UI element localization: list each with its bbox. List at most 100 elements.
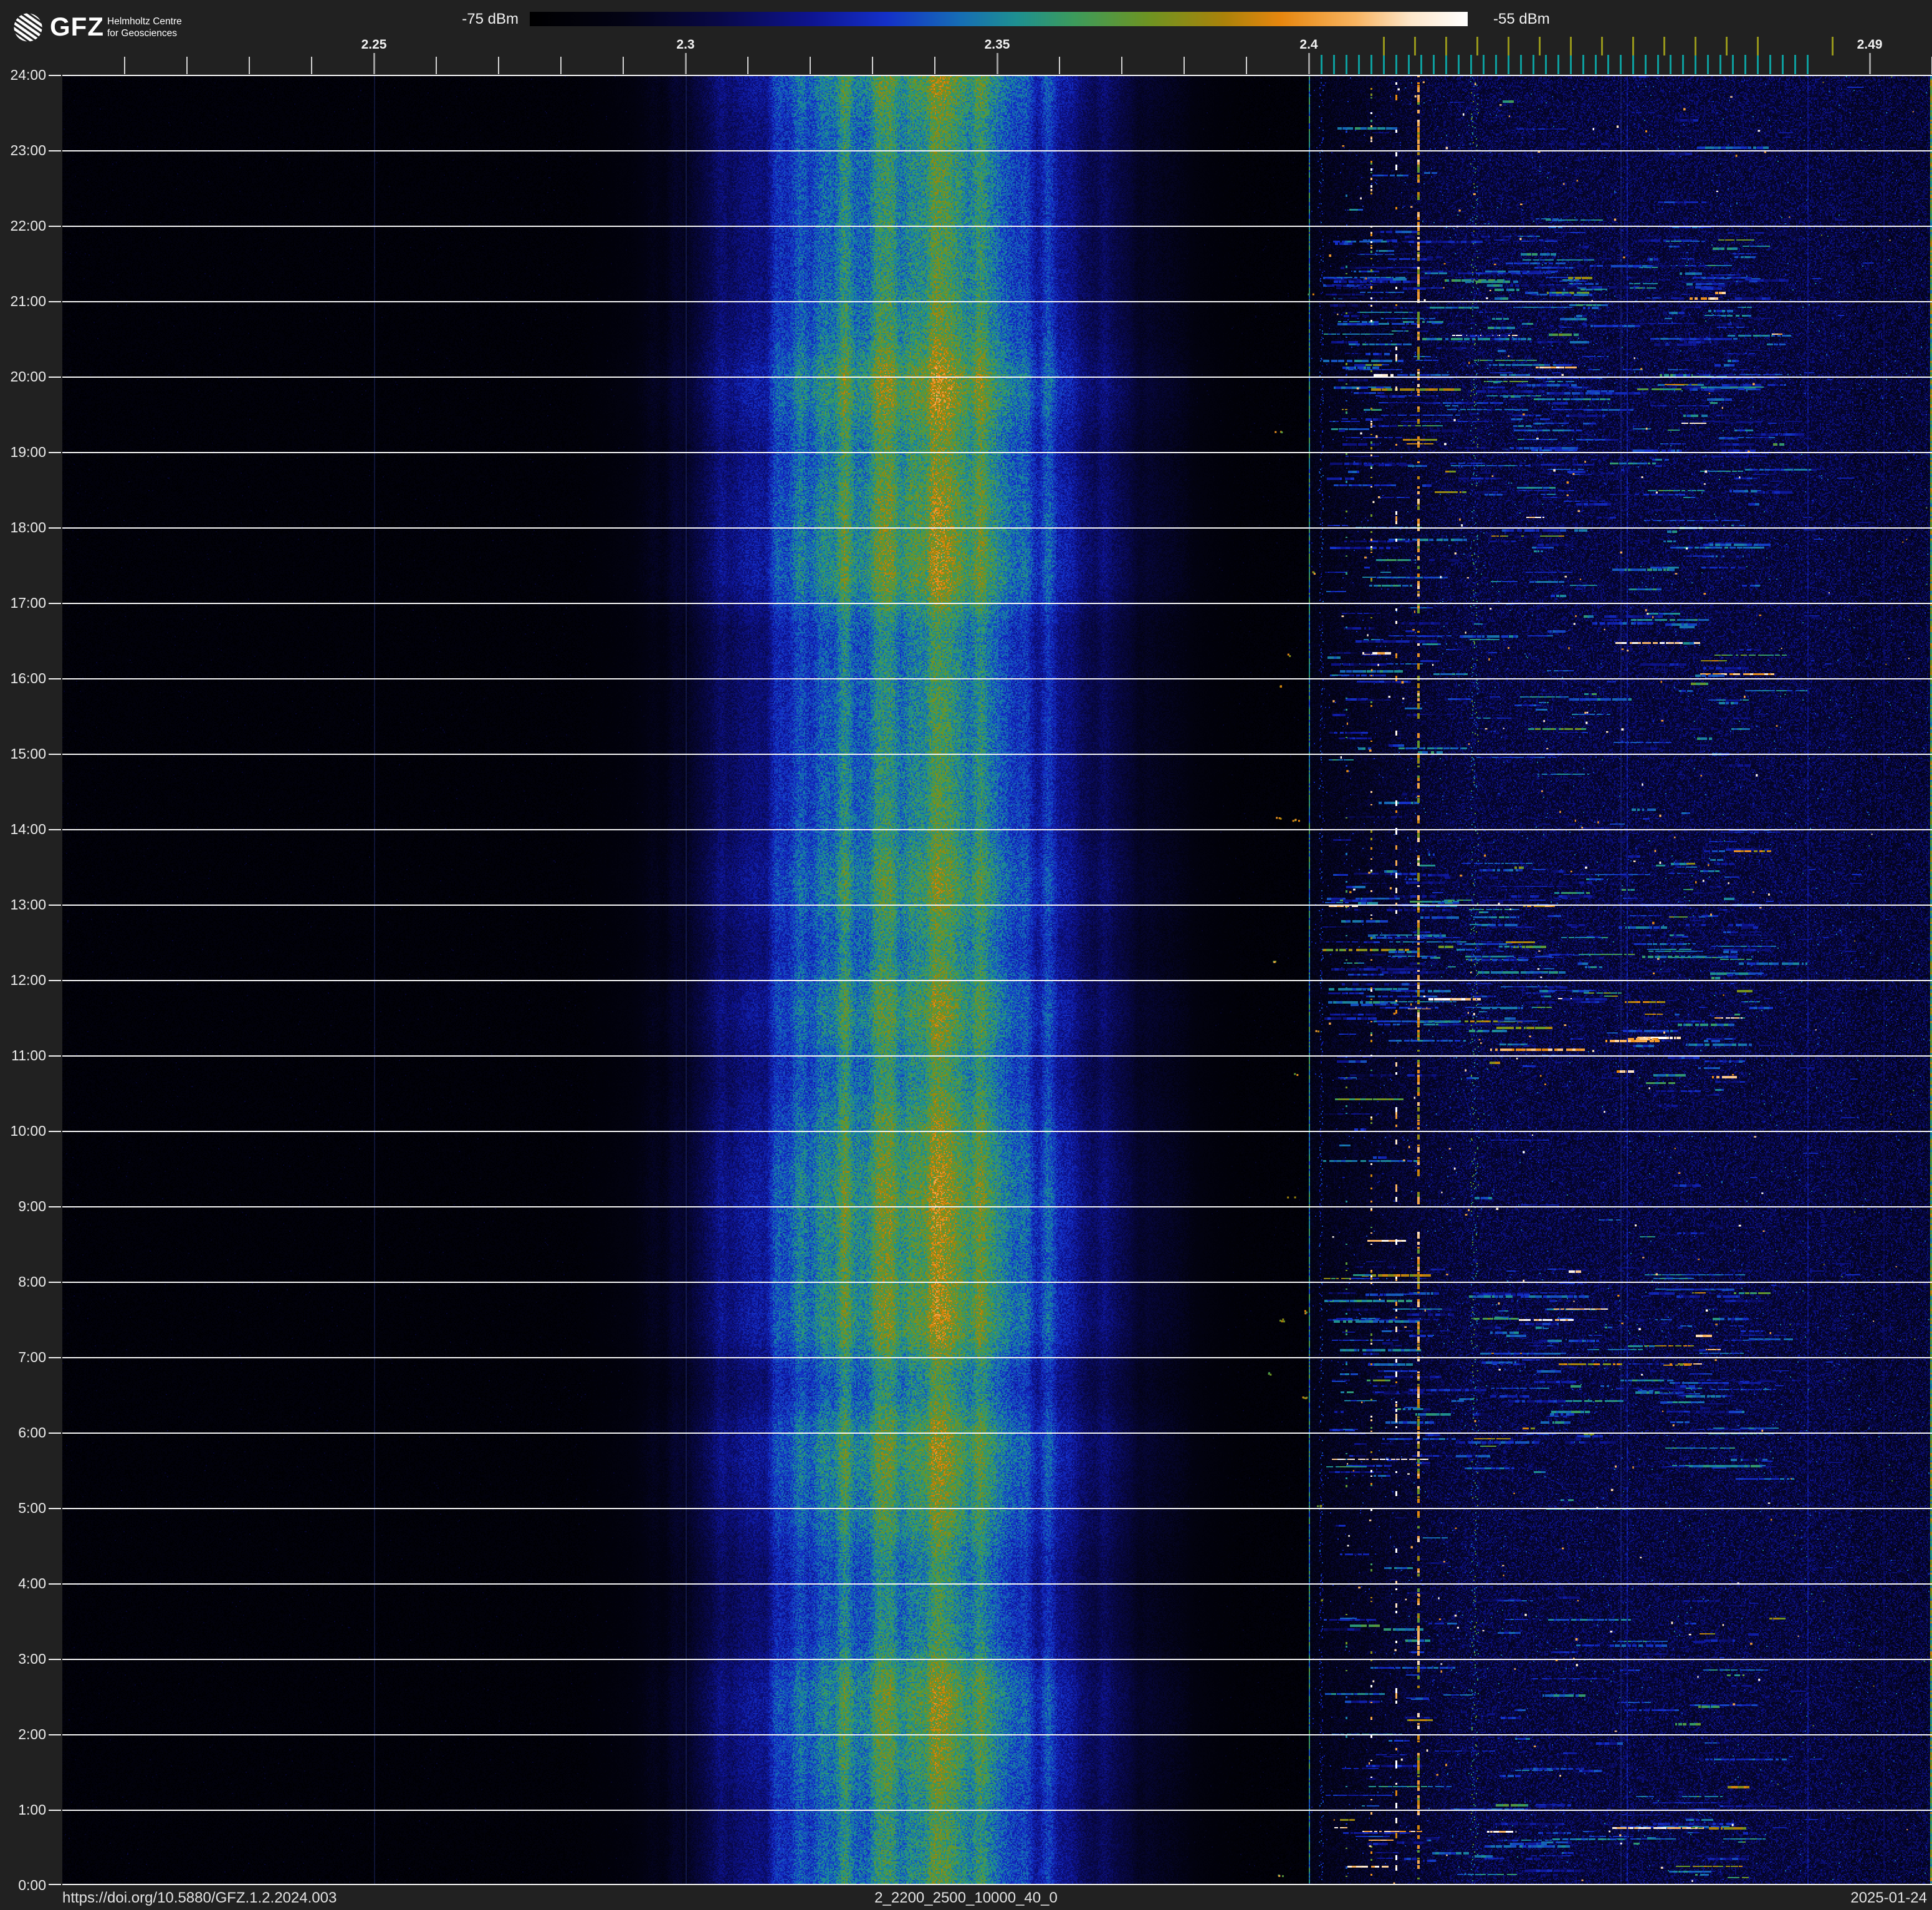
hour-tick <box>49 301 61 302</box>
ble-channel-tick <box>1346 55 1347 74</box>
spectrogram-heatmap <box>62 75 1932 1885</box>
hour-label: 11:00 <box>11 1047 46 1063</box>
freq-minor-tick <box>436 57 437 74</box>
ble-channel-tick <box>1458 55 1460 74</box>
hour-label: 12:00 <box>10 972 46 988</box>
wifi-channel-tick <box>1663 37 1665 55</box>
hour-tick <box>49 829 61 830</box>
ble-channel-tick <box>1769 55 1771 74</box>
freq-minor-tick <box>249 57 250 74</box>
ble-channel-tick <box>1682 55 1684 74</box>
hour-label: 3:00 <box>18 1651 46 1667</box>
freq-major-tick <box>1308 53 1310 74</box>
hour-label: 8:00 <box>18 1274 46 1290</box>
ble-channel-tick <box>1607 55 1609 74</box>
hour-label: 10:00 <box>10 1123 46 1139</box>
ble-channel-tick <box>1707 55 1709 74</box>
freq-minor-tick <box>747 57 748 74</box>
freq-tick-label: 2.3 <box>676 37 695 52</box>
freq-minor-tick <box>623 57 624 74</box>
hour-label: 18:00 <box>10 519 46 535</box>
hour-tick <box>49 1282 61 1283</box>
hour-tick <box>49 1734 61 1735</box>
hour-label: 7:00 <box>18 1349 46 1365</box>
ble-channel-tick <box>1670 55 1671 74</box>
hour-label: 21:00 <box>10 293 46 309</box>
hour-tick <box>49 1810 61 1811</box>
hour-label: 19:00 <box>10 444 46 460</box>
ble-channel-tick <box>1695 55 1696 74</box>
ble-channel-tick <box>1408 55 1410 74</box>
hour-label: 16:00 <box>10 670 46 686</box>
freq-minor-tick <box>1246 57 1247 74</box>
ble-channel-tick <box>1321 55 1322 74</box>
ble-channel-tick <box>1495 55 1497 74</box>
hour-tick <box>49 75 61 76</box>
ble-channel-tick <box>1358 55 1360 74</box>
ble-channel-tick <box>1757 55 1759 74</box>
hour-label: 4:00 <box>18 1575 46 1591</box>
freq-minor-tick <box>872 57 873 74</box>
wifi-channel-tick <box>1414 37 1416 55</box>
ble-channel-tick <box>1794 55 1796 74</box>
hour-tick <box>49 377 61 378</box>
ble-channel-tick <box>1420 55 1422 74</box>
ble-channel-tick <box>1632 55 1634 74</box>
freq-minor-tick <box>934 57 935 74</box>
wifi-channel-tick <box>1757 37 1759 55</box>
ble-channel-tick <box>1333 55 1335 74</box>
freq-minor-tick <box>311 57 312 74</box>
ble-channel-tick <box>1657 55 1659 74</box>
ble-channel-tick <box>1620 55 1622 74</box>
time-axis: 24:00 23:00 22:00 21:00 20:00 19:00 18:00 17:00… <box>0 0 62 1910</box>
dataset-id-label: 2_2200_2500_10000_40_0 <box>874 1889 1058 1906</box>
freq-minor-tick <box>560 57 562 74</box>
ble-channel-tick <box>1719 55 1721 74</box>
hour-tick <box>49 150 61 151</box>
hour-tick <box>49 603 61 604</box>
spectrogram-page: { "page": {"width": 3100, "height": 3064… <box>0 0 1932 1910</box>
ble-channel-tick <box>1370 55 1372 74</box>
hour-tick <box>49 1055 61 1057</box>
hour-tick <box>49 226 61 227</box>
frequency-axis: 2.25 2.3 2.35 2.4 2.49 <box>0 0 1932 75</box>
wifi-channel-tick <box>1445 37 1447 55</box>
hour-label: 20:00 <box>10 368 46 385</box>
wifi-channel-tick <box>1476 37 1478 55</box>
ble-channel-tick <box>1782 55 1784 74</box>
wifi-channel-tick <box>1570 37 1572 55</box>
hour-tick <box>49 1508 61 1509</box>
hour-label: 1:00 <box>18 1802 46 1818</box>
freq-minor-tick <box>186 57 188 74</box>
freq-major-tick <box>1869 53 1871 74</box>
hour-label: 17:00 <box>10 595 46 611</box>
ble-channel-tick <box>1470 55 1472 74</box>
date-label: 2025-01-24 <box>1850 1889 1927 1906</box>
freq-minor-tick <box>1121 57 1122 74</box>
freq-major-tick <box>373 53 375 74</box>
hour-tick <box>49 452 61 453</box>
wifi-channel-tick <box>1508 37 1509 55</box>
hour-tick <box>49 1131 61 1132</box>
ble-channel-tick <box>1383 55 1385 74</box>
ble-channel-tick <box>1595 55 1597 74</box>
hour-tick <box>49 1206 61 1207</box>
freq-tick-label: 2.4 <box>1299 37 1318 52</box>
freq-tick-label: 2.49 <box>1857 37 1883 52</box>
hour-label: 23:00 <box>10 142 46 158</box>
wifi-channel-tick <box>1695 37 1696 55</box>
freq-major-tick <box>997 53 998 74</box>
freq-minor-tick <box>124 57 125 74</box>
hour-tick <box>49 980 61 981</box>
hour-label: 14:00 <box>10 821 46 837</box>
freq-major-tick <box>685 53 687 74</box>
ble-channel-tick <box>1545 55 1547 74</box>
hour-tick <box>49 1884 61 1885</box>
ble-channel-tick <box>1807 55 1809 74</box>
freq-minor-tick <box>1059 57 1060 74</box>
wifi-channel-tick <box>1632 37 1634 55</box>
ble-channel-tick <box>1570 55 1572 74</box>
ble-channel-tick <box>1483 55 1485 74</box>
freq-minor-tick <box>810 57 811 74</box>
hour-label: 22:00 <box>10 218 46 234</box>
